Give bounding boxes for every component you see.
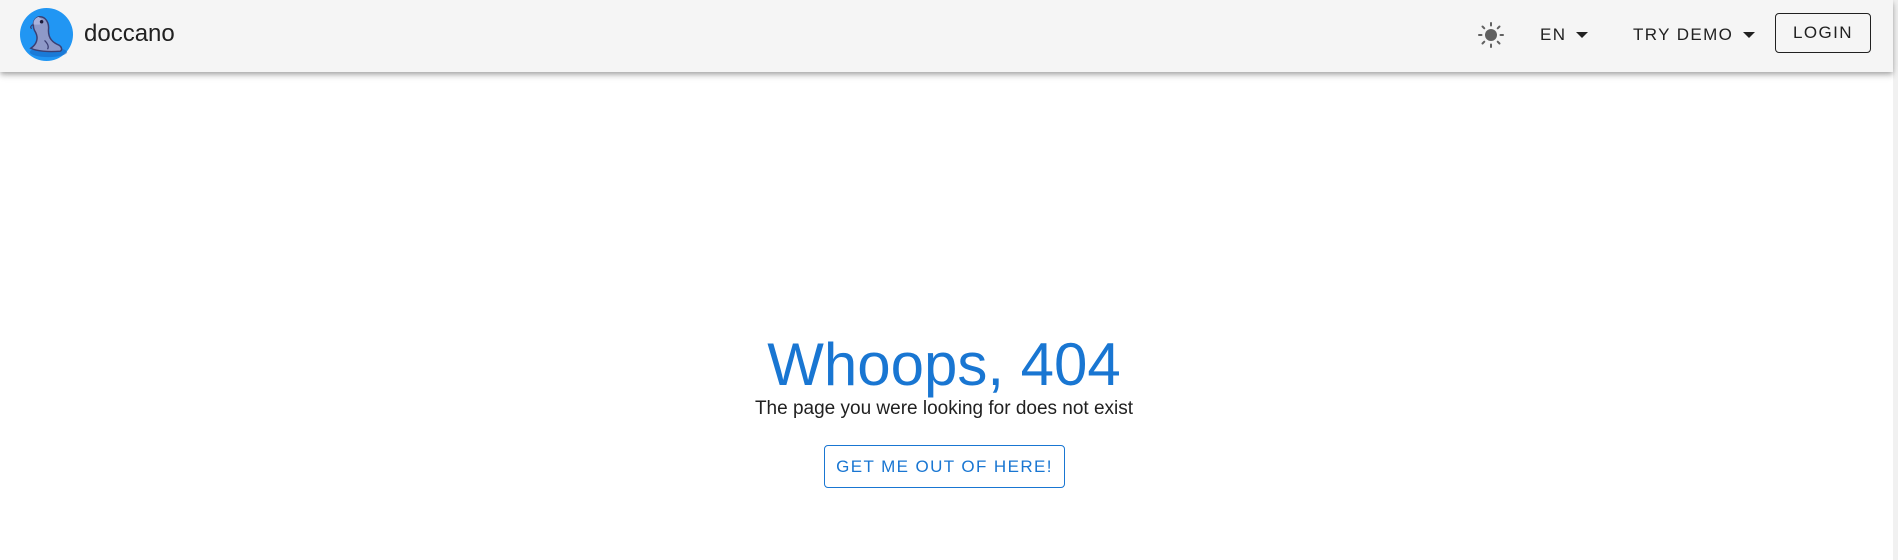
login-button[interactable]: LOGIN [1775,13,1871,53]
try-demo-label: TRY DEMO [1633,25,1734,44]
language-label: EN [1540,25,1567,44]
error-message: The page you were looking for does not e… [754,398,1134,419]
get-me-out-button[interactable]: GET ME OUT OF HERE! [824,445,1065,488]
error-page: Whoops, 404 The page you were looking fo… [0,72,1893,560]
seal-logo-icon[interactable] [19,7,74,62]
error-title: Whoops, 404 [767,331,1121,398]
sun-icon [1478,22,1504,48]
caret-down-icon [1576,32,1589,38]
language-menu-button[interactable]: EN [1540,18,1589,52]
brand-name[interactable]: doccano [84,19,175,49]
theme-toggle-button[interactable] [1474,18,1508,52]
caret-down-icon [1743,32,1756,38]
page-scrollbar[interactable] [1893,0,1898,560]
app-bar: doccano EN TRY DEMO LOGIN [0,0,1893,72]
try-demo-menu-button[interactable]: TRY DEMO [1633,18,1756,52]
